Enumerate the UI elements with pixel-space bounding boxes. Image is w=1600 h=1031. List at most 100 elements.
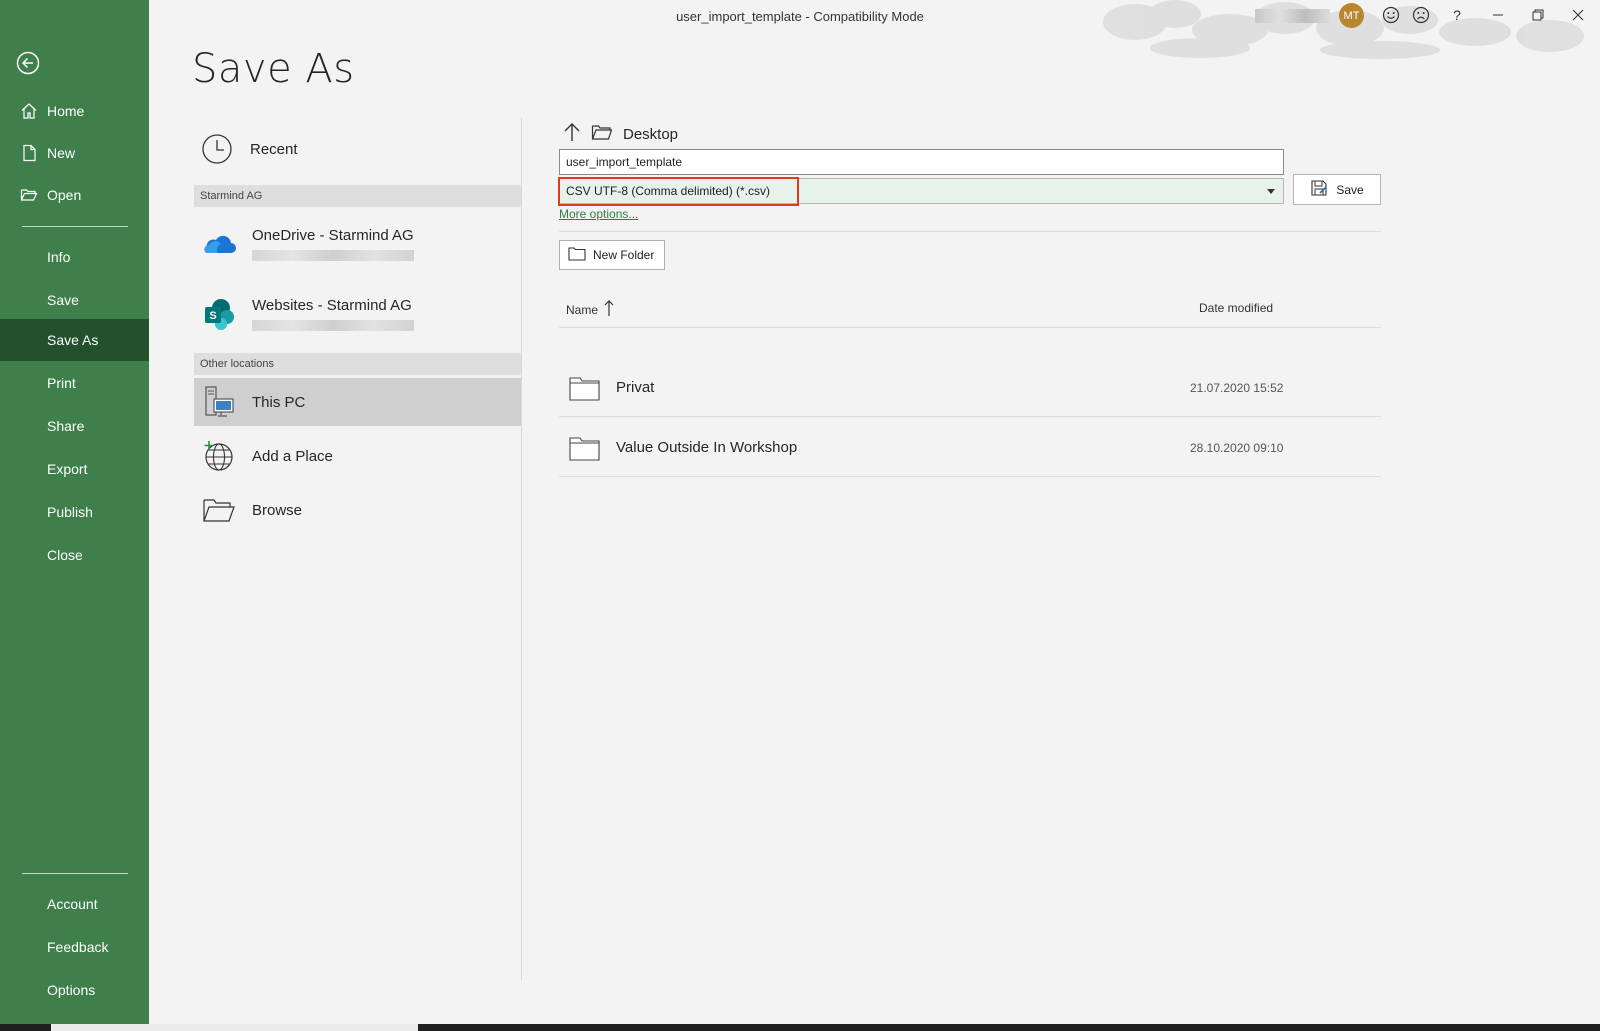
sharepoint-icon: S (202, 297, 236, 331)
close-icon[interactable] (1567, 4, 1589, 26)
filename-input[interactable]: user_import_template (559, 149, 1284, 175)
minimize-icon[interactable] (1487, 4, 1509, 26)
chevron-down-icon (1267, 189, 1275, 194)
globe-add-icon (202, 439, 236, 473)
filetype-selected-value: CSV UTF-8 (Comma delimited) (*.csv) (566, 184, 771, 198)
folder-icon (591, 123, 613, 145)
nav-item-account[interactable]: Account (0, 883, 149, 925)
account-name-blurred (1255, 9, 1330, 23)
column-header-date[interactable]: Date modified (1199, 301, 1273, 315)
nav-label: Print (47, 375, 76, 391)
smile-icon[interactable] (1380, 4, 1402, 26)
nav-item-save-as[interactable]: Save As (0, 319, 149, 361)
location-group-header: Other locations (194, 353, 522, 375)
list-item[interactable]: Privat 21.07.2020 15:52 (559, 358, 1381, 417)
location-add-place[interactable]: Add a Place (194, 432, 522, 480)
location-label: Websites - Starmind AG (252, 297, 412, 314)
location-onedrive[interactable]: OneDrive - Starmind AG (194, 212, 522, 276)
row-divider (559, 416, 1381, 417)
nav-label: Open (47, 187, 82, 203)
more-options-link[interactable]: More options... (559, 207, 638, 221)
nav-divider (22, 226, 128, 227)
page-title: Save As (192, 46, 355, 92)
nav-label: Share (47, 418, 85, 434)
location-websites[interactable]: S Websites - Starmind AG (194, 282, 522, 346)
column-header-name[interactable]: Name (566, 299, 614, 320)
nav-label: Feedback (47, 939, 109, 955)
folder-icon (569, 435, 600, 461)
nav-item-new[interactable]: New (0, 132, 149, 174)
file-date: 21.07.2020 15:52 (1190, 380, 1284, 395)
nav-label: Options (47, 982, 96, 998)
location-label: Add a Place (252, 447, 333, 465)
location-label: This PC (252, 393, 306, 411)
back-arrow-icon[interactable] (16, 51, 40, 75)
account-email-blurred (252, 250, 414, 261)
account-email-blurred (252, 320, 414, 331)
nav-item-info[interactable]: Info (0, 236, 149, 278)
nav-item-options[interactable]: Options (0, 969, 149, 1011)
nav-label: Save As (47, 332, 99, 348)
home-icon (20, 102, 42, 120)
nav-item-home[interactable]: Home (0, 90, 149, 132)
breadcrumb: Desktop (563, 122, 678, 146)
help-icon[interactable]: ? (1446, 4, 1468, 26)
nav-label: Info (47, 249, 71, 265)
row-divider (559, 476, 1381, 477)
section-divider (559, 231, 1381, 232)
save-button[interactable]: Save (1293, 174, 1381, 205)
nav-item-export[interactable]: Export (0, 448, 149, 490)
nav-label: Account (47, 896, 98, 912)
clock-icon (200, 132, 234, 166)
nav-item-publish[interactable]: Publish (0, 491, 149, 533)
file-date: 28.10.2020 09:10 (1190, 440, 1284, 455)
save-button-label: Save (1336, 182, 1364, 197)
onedrive-cloud-icon (202, 227, 236, 261)
avatar[interactable]: MT (1339, 3, 1364, 28)
backstage-nav: Home New Open Info Save Save As Print Sh… (0, 0, 149, 1024)
nav-label: Home (47, 103, 85, 119)
up-arrow-icon[interactable] (563, 122, 581, 146)
location-label: Browse (252, 501, 303, 519)
file-name: Value Outside In Workshop (616, 439, 798, 456)
open-folder-icon (20, 186, 42, 204)
location-label: Recent (250, 140, 298, 158)
header-divider (559, 327, 1381, 328)
location-browse[interactable]: Browse (194, 486, 522, 534)
nav-item-print[interactable]: Print (0, 362, 149, 404)
nav-label: New (47, 145, 76, 161)
nav-item-share[interactable]: Share (0, 405, 149, 447)
nav-item-feedback[interactable]: Feedback (0, 926, 149, 968)
restore-icon[interactable] (1527, 4, 1549, 26)
frown-icon[interactable] (1410, 4, 1432, 26)
new-folder-button[interactable]: New Folder (559, 240, 665, 270)
nav-item-close[interactable]: Close (0, 534, 149, 576)
svg-text:S: S (209, 310, 216, 322)
new-folder-icon (568, 246, 586, 264)
folder-icon (569, 375, 600, 401)
nav-label: Export (47, 461, 88, 477)
filetype-dropdown[interactable]: CSV UTF-8 (Comma delimited) (*.csv) (559, 178, 1284, 204)
file-name: Privat (616, 379, 655, 396)
computer-icon (202, 385, 236, 419)
location-recent[interactable]: Recent (194, 120, 522, 178)
location-this-pc[interactable]: This PC (194, 378, 522, 426)
location-group-header: Starmind AG (194, 185, 522, 207)
location-label: OneDrive - Starmind AG (252, 227, 414, 244)
sort-ascending-icon (604, 299, 614, 320)
folder-open-icon (202, 493, 236, 527)
new-document-icon (20, 144, 42, 162)
nav-item-save[interactable]: Save (0, 279, 149, 321)
nav-label: Close (47, 547, 83, 563)
panel-divider (521, 118, 522, 980)
save-disk-icon (1310, 179, 1328, 200)
nav-label: Publish (47, 504, 93, 520)
column-label: Name (566, 302, 599, 317)
list-item[interactable]: Value Outside In Workshop 28.10.2020 09:… (559, 418, 1381, 477)
nav-item-open[interactable]: Open (0, 174, 149, 216)
new-folder-label: New Folder (593, 248, 655, 262)
taskbar-segment (51, 1024, 418, 1031)
nav-divider (22, 873, 128, 874)
current-folder-label[interactable]: Desktop (623, 126, 678, 143)
nav-label: Save (47, 292, 79, 308)
